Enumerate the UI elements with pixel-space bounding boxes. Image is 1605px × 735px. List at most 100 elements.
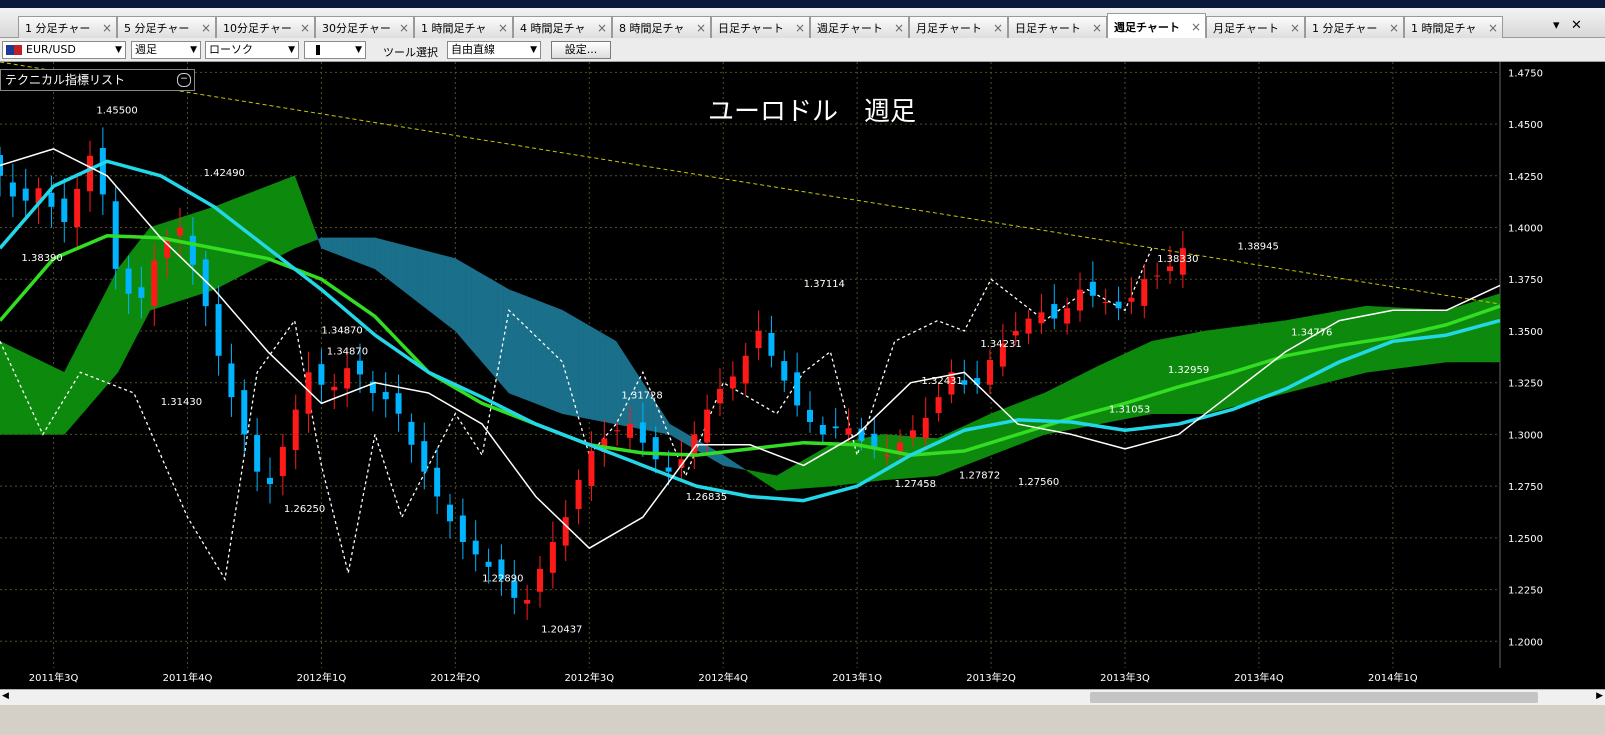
candle-body: [151, 260, 158, 306]
tab-3[interactable]: 30分足チャー ×: [315, 16, 414, 38]
ichimoku-cloud-segment: [567, 312, 574, 417]
collapse-icon[interactable]: −: [177, 73, 191, 87]
close-icon[interactable]: ×: [795, 21, 805, 35]
tab-14[interactable]: 1 時間足チャ ×: [1404, 16, 1503, 38]
candle-body: [215, 304, 222, 356]
tab-0[interactable]: 1 分足チャー ×: [18, 16, 117, 38]
close-icon[interactable]: ×: [300, 21, 310, 35]
close-icon[interactable]: ×: [498, 21, 508, 35]
close-icon[interactable]: ×: [102, 21, 112, 35]
tool-select[interactable]: 自由直線 ▼: [447, 41, 541, 59]
scroll-thumb[interactable]: [1090, 692, 1538, 703]
tab-13[interactable]: 1 分足チャー ×: [1305, 16, 1404, 38]
ichimoku-cloud-segment: [889, 434, 895, 480]
close-icon[interactable]: ×: [1389, 21, 1399, 35]
price-annotation: 1.34870: [321, 326, 362, 337]
symbol-select[interactable]: EUR/USD ▼: [2, 41, 126, 59]
candle-body: [279, 446, 286, 477]
ichimoku-cloud-segment: [1483, 296, 1490, 363]
period-select[interactable]: 週足 ▼: [131, 41, 201, 59]
ichimoku-cloud-segment: [1242, 325, 1249, 405]
ichimoku-cloud-segment: [1215, 328, 1222, 412]
tab-label: 週足チャート: [1114, 20, 1180, 34]
candle-color-select[interactable]: ▼: [304, 41, 366, 59]
price-annotation: 1.34870: [327, 346, 368, 357]
candle-body: [228, 363, 235, 398]
ichimoku-cloud-segment: [465, 264, 472, 351]
price-annotation: 1.20437: [541, 624, 582, 635]
tab-9[interactable]: 月足チャート ×: [909, 16, 1008, 38]
ichimoku-cloud-segment: [433, 252, 440, 320]
close-icon[interactable]: ×: [201, 21, 211, 35]
ichimoku-cloud-segment: [840, 441, 847, 486]
chart-title: ユーロドル 週足: [708, 97, 916, 127]
close-icon[interactable]: ×: [993, 21, 1003, 35]
ichimoku-cloud-segment: [637, 373, 644, 430]
price-annotation: 1.32431: [921, 376, 962, 387]
x-tick-label: 2013年4Q: [1234, 671, 1284, 684]
close-icon[interactable]: ×: [399, 21, 409, 35]
candle-body: [832, 426, 839, 429]
ichimoku-cloud-segment: [1151, 339, 1158, 414]
ichimoku-cloud-segment: [514, 291, 520, 398]
indicator-list-panel[interactable]: テクニカル指標リスト −: [0, 69, 195, 91]
tab-label: 週足チャート: [817, 21, 883, 35]
candle-body: [1167, 266, 1173, 272]
candle-body: [485, 561, 492, 567]
candle-body: [987, 359, 993, 385]
settings-button[interactable]: 設定...: [551, 41, 611, 59]
horizontal-scrollbar[interactable]: ◀ ▶: [0, 689, 1605, 705]
tab-5[interactable]: 4 時間足チャ ×: [513, 16, 612, 38]
tab-6[interactable]: 8 時間足チャ ×: [612, 16, 711, 38]
tab-10[interactable]: 日足チャート ×: [1008, 16, 1107, 38]
ichimoku-cloud-segment: [1039, 392, 1045, 437]
close-icon[interactable]: ×: [1191, 20, 1201, 34]
close-icon[interactable]: ×: [1290, 21, 1300, 35]
close-icon[interactable]: ×: [597, 21, 607, 35]
ichimoku-cloud-segment: [53, 366, 60, 435]
close-icon[interactable]: ×: [696, 21, 706, 35]
ichimoku-cloud-segment: [980, 415, 986, 460]
ichimoku-cloud-segment: [160, 222, 167, 308]
ichimoku-cloud-segment: [230, 198, 236, 282]
close-icon[interactable]: ×: [1092, 21, 1102, 35]
tab-7[interactable]: 日足チャート ×: [711, 16, 810, 38]
chart-style-select[interactable]: ローソク ▼: [205, 41, 299, 59]
candle-body: [627, 424, 633, 438]
chart-canvas[interactable]: 1.4750 1.4500 1.4250 1.4000 1.3750 1.3500 1.32…: [0, 62, 1605, 689]
ichimoku-cloud-segment: [262, 185, 269, 266]
tab-label: 月足チャート: [1213, 21, 1279, 35]
tab-11[interactable]: 週足チャート ×: [1107, 13, 1206, 39]
chart-style-value: ローソク: [209, 43, 253, 56]
tab-12[interactable]: 月足チャート ×: [1206, 16, 1305, 38]
candle-body: [61, 198, 68, 222]
ichimoku-cloud-segment: [15, 348, 22, 435]
candle-body: [138, 287, 145, 298]
scroll-left-icon[interactable]: ◀: [2, 691, 9, 701]
candle-icon: [316, 45, 320, 55]
close-icon[interactable]: ×: [894, 21, 904, 35]
close-window-icon[interactable]: ✕: [1571, 18, 1582, 33]
ichimoku-cloud-segment: [599, 331, 606, 423]
price-annotation: 1.38945: [1238, 241, 1279, 252]
ichimoku-cloud-segment: [401, 244, 408, 295]
candle-body: [909, 430, 916, 438]
ichimoku-cloud-segment: [503, 286, 510, 394]
close-icon[interactable]: ×: [1488, 21, 1498, 35]
ichimoku-cloud-segment: [508, 289, 515, 396]
tab-2[interactable]: 10分足チャー ×: [216, 16, 315, 38]
tab-1[interactable]: 5 分足チャー ×: [117, 16, 216, 38]
ichimoku-cloud-segment: [551, 305, 558, 413]
tab-menu-icon[interactable]: ▾: [1553, 18, 1560, 33]
tab-8[interactable]: 週足チャート ×: [810, 16, 909, 38]
chart-tab-bar: 1 分足チャー × 5 分足チャー × 10分足チャー × 30分足チャー × 1 時間足チャ ×…: [0, 8, 1605, 39]
ichimoku-cloud-segment: [289, 175, 295, 252]
candle-body: [1128, 297, 1135, 302]
tab-4[interactable]: 1 時間足チャ ×: [414, 16, 513, 38]
tool-label: ツール選択: [383, 46, 438, 59]
ichimoku-cloud-segment: [1092, 365, 1099, 426]
ichimoku-cloud-segment: [803, 456, 810, 489]
scroll-right-icon[interactable]: ▶: [1596, 691, 1603, 701]
candle-body: [189, 235, 196, 265]
ichimoku-cloud-segment: [31, 356, 38, 435]
